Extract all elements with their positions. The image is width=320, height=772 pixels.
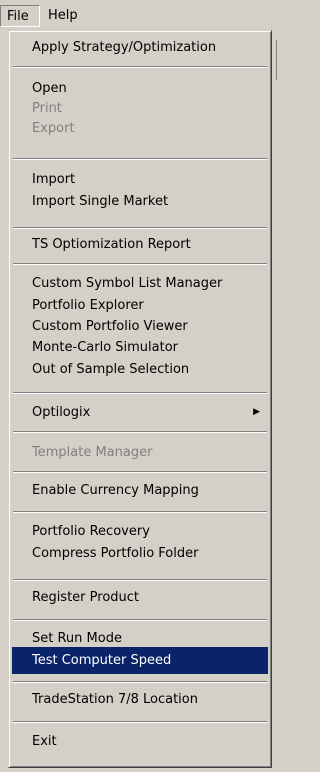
window-edge: [276, 40, 286, 80]
menu-item-exit[interactable]: Exit: [12, 728, 268, 755]
menu-item-enable-currency-mapping[interactable]: Enable Currency Mapping: [12, 477, 268, 504]
menu-separator: [13, 471, 267, 473]
menu-separator: [13, 431, 267, 433]
menu-item-test-computer-speed[interactable]: Test Computer Speed: [12, 647, 268, 674]
menu-separator: [13, 392, 267, 394]
menu-separator: [13, 579, 267, 581]
menu-separator: [13, 227, 267, 229]
menu-item-export[interactable]: Export: [12, 115, 268, 142]
menu-item-optilogix-label: Optilogix: [32, 405, 91, 420]
menu-separator: [13, 619, 267, 621]
triangle-right-icon: ▶: [253, 407, 260, 417]
menu-separator: [13, 158, 267, 160]
menu-item-template-manager[interactable]: Template Manager: [12, 439, 268, 466]
menu-separator: [13, 263, 267, 265]
menu-item-apply-strategy-optimization[interactable]: Apply Strategy/Optimization: [12, 34, 268, 61]
menu-separator: [13, 66, 267, 68]
menu-item-optilogix[interactable]: Optilogix ▶: [12, 399, 268, 426]
menu-item-compress-portfolio-folder[interactable]: Compress Portfolio Folder: [12, 540, 268, 567]
menu-item-register-product[interactable]: Register Product: [12, 584, 268, 611]
file-menu-dropdown: Apply Strategy/Optimization Open Print E…: [8, 30, 272, 768]
menu-item-out-of-sample-selection[interactable]: Out of Sample Selection: [12, 356, 268, 383]
menu-file[interactable]: File: [0, 5, 40, 27]
menu-item-ts-optiomization-report[interactable]: TS Optiomization Report: [12, 231, 268, 258]
menu-separator: [13, 721, 267, 723]
menu-item-import-single-market[interactable]: Import Single Market: [12, 188, 268, 215]
menu-item-tradestation-location[interactable]: TradeStation 7/8 Location: [12, 686, 268, 713]
menu-bar: File Help: [0, 0, 285, 30]
menu-help[interactable]: Help: [42, 5, 84, 27]
menu-separator: [13, 511, 267, 513]
menu-separator: [13, 681, 267, 683]
